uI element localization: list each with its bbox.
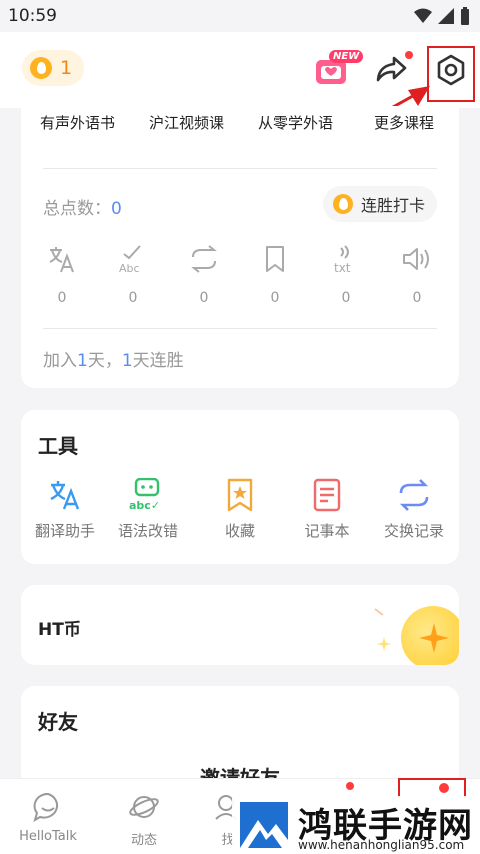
bookmark-icon	[266, 246, 284, 272]
notification-dot	[346, 782, 354, 790]
streak-mid: 天，	[87, 351, 122, 371]
checkin-label: 连胜打卡	[361, 196, 426, 215]
friends-title: 好友	[38, 710, 78, 734]
watermark: 鸿联手游网 www.henanhonglian95.com	[232, 796, 480, 854]
ht-coin-label: HT币	[38, 620, 81, 640]
divider	[43, 168, 437, 169]
new-badge: NEW	[329, 50, 364, 63]
sparkle-icon	[377, 637, 391, 651]
nav-moments[interactable]: 动态	[104, 791, 184, 848]
coin-icon	[333, 194, 353, 214]
speaker-icon	[403, 248, 429, 270]
tool-label: 语法改错	[117, 522, 178, 540]
watermark-logo	[240, 802, 288, 848]
tab-audiobooks[interactable]: 有声外语书	[40, 112, 115, 133]
nav-label: HelloTalk	[19, 829, 77, 844]
tool-bookmarks[interactable]: 收藏	[205, 478, 275, 541]
bookmark-star-icon	[227, 478, 253, 512]
txt-voice-icon: txt	[334, 245, 351, 274]
streak-prefix: 加入	[43, 351, 77, 371]
nav-highlight-dot	[439, 783, 449, 793]
notebook-icon	[313, 478, 341, 512]
stat-speaker[interactable]: 0	[387, 244, 447, 306]
stat-grammar[interactable]: Abc 0	[103, 244, 163, 306]
points-label: 总点数：	[43, 199, 111, 219]
tool-translate[interactable]: 翻译助手	[30, 478, 100, 541]
ht-coin-card[interactable]: HT币	[21, 585, 459, 665]
watermark-url: www.henanhonglian95.com	[298, 838, 465, 852]
transliterate-icon	[191, 245, 217, 273]
stat-translate[interactable]: 0	[32, 244, 92, 306]
translate-icon	[49, 247, 74, 273]
checkin-button[interactable]: 连胜打卡	[323, 186, 437, 222]
grammar-icon: Abc	[119, 245, 141, 274]
sparkle-icon	[374, 608, 384, 616]
stat-transliterate[interactable]: 0	[174, 244, 234, 306]
tools-card: 工具 翻译助手 abc✓ 语法改错 收藏 记事本 交换记录	[21, 410, 459, 564]
tool-grammar-check[interactable]: abc✓ 语法改错	[113, 478, 183, 541]
notification-dot	[405, 51, 413, 59]
stat-value: 0	[199, 290, 209, 306]
learning-stats-card: 有声外语书 沪江视频课 从零学外语 更多课程 总点数：0 连胜打卡 0 Abc …	[21, 106, 459, 388]
coin-count: 1	[60, 57, 73, 79]
exchange-icon	[399, 479, 429, 511]
nav-highlight-box	[398, 778, 466, 798]
stat-value: 0	[57, 290, 67, 306]
coin-icon	[30, 57, 52, 79]
stat-bookmark[interactable]: 0	[245, 244, 305, 306]
tab-more-courses[interactable]: 更多课程	[374, 112, 434, 133]
wifi-icon	[414, 8, 432, 23]
status-bar: 10:59	[0, 0, 480, 32]
divider	[43, 328, 437, 329]
svg-text:abc✓: abc✓	[129, 499, 160, 512]
battery-icon	[461, 7, 469, 25]
total-points: 总点数：0	[43, 194, 122, 219]
days-joined: 1	[77, 351, 88, 371]
stat-value: 0	[128, 290, 138, 306]
coin-balance-button[interactable]: 1	[22, 50, 84, 86]
tool-label: 交换记录	[383, 522, 444, 540]
grammar-check-icon: abc✓	[129, 478, 160, 512]
tool-label: 翻译助手	[34, 522, 95, 540]
tools-title: 工具	[38, 434, 78, 458]
tool-exchange-records[interactable]: 交换记录	[379, 478, 449, 541]
stat-value: 0	[412, 290, 422, 306]
chat-icon	[33, 792, 59, 823]
status-icons	[414, 7, 470, 25]
streak-days: 1	[121, 351, 133, 371]
planet-icon	[129, 796, 159, 818]
svg-text:Abc: Abc	[119, 262, 140, 274]
streak-text: 加入1天，1天连胜	[43, 346, 184, 371]
tab-beginner[interactable]: 从零学外语	[258, 112, 333, 133]
tool-label: 收藏	[224, 522, 255, 540]
streak-suffix: 天连胜	[132, 351, 184, 371]
tool-label: 记事本	[304, 522, 350, 540]
stat-value: 0	[270, 290, 280, 306]
translate-icon	[50, 481, 80, 510]
nav-label: 动态	[130, 833, 157, 848]
stat-txt-voice[interactable]: txt 0	[316, 244, 376, 306]
star-icon	[419, 623, 449, 653]
signal-icon	[438, 8, 454, 24]
nav-hellotalk[interactable]: HelloTalk	[8, 791, 88, 844]
points-value: 0	[111, 199, 122, 219]
tool-notebook[interactable]: 记事本	[292, 478, 362, 541]
tab-video-courses[interactable]: 沪江视频课	[149, 112, 224, 133]
svg-text:txt: txt	[334, 261, 351, 274]
status-time: 10:59	[8, 6, 57, 26]
stat-value: 0	[341, 290, 351, 306]
